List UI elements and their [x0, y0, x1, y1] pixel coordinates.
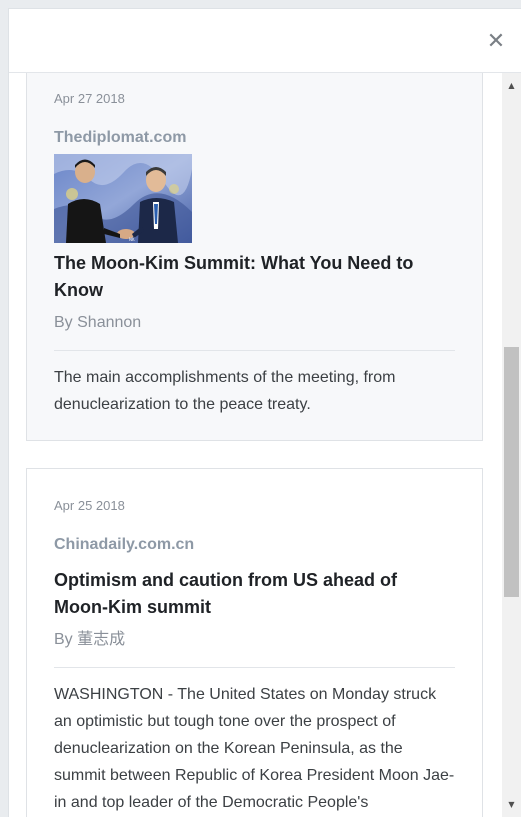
article-title[interactable]: Optimism and caution from US ahead of Mo…: [54, 567, 455, 621]
article-list: Apr 27 2018 Thediplomat.com NK The Moon-…: [9, 73, 521, 817]
article-card[interactable]: Apr 25 2018 Chinadaily.com.cn Optimism a…: [26, 468, 483, 817]
article-summary: The main accomplishments of the meeting,…: [54, 369, 396, 413]
news-panel: ✕ Apr 27 2018 Thediplomat.com NK The Moo…: [8, 8, 521, 817]
summit-photo: NK: [54, 154, 192, 243]
article-byline: By 董志成: [54, 631, 126, 648]
article-date: Apr 25 2018: [54, 498, 125, 513]
svg-text:NK: NK: [129, 237, 135, 242]
panel-header: ✕: [9, 9, 521, 73]
card-divider: [54, 667, 455, 668]
scroll-up-arrow-icon[interactable]: ▲: [502, 77, 521, 94]
vertical-scrollbar[interactable]: ▲ ▼: [502, 73, 521, 817]
article-source[interactable]: Thediplomat.com: [54, 128, 455, 148]
article-thumbnail[interactable]: NK: [54, 154, 455, 243]
card-divider: [54, 350, 455, 351]
article-summary: WASHINGTON - The United States on Monday…: [54, 686, 455, 811]
article-title[interactable]: The Moon-Kim Summit: What You Need to Kn…: [54, 250, 455, 304]
article-date: Apr 27 2018: [54, 91, 125, 106]
scroll-down-arrow-icon[interactable]: ▼: [502, 796, 521, 813]
article-byline: By Shannon: [54, 314, 142, 331]
article-card[interactable]: Apr 27 2018 Thediplomat.com NK The Moon-…: [26, 73, 483, 441]
article-source[interactable]: Chinadaily.com.cn: [54, 535, 455, 555]
scroll-thumb[interactable]: [504, 347, 519, 597]
close-icon[interactable]: ✕: [485, 31, 507, 53]
